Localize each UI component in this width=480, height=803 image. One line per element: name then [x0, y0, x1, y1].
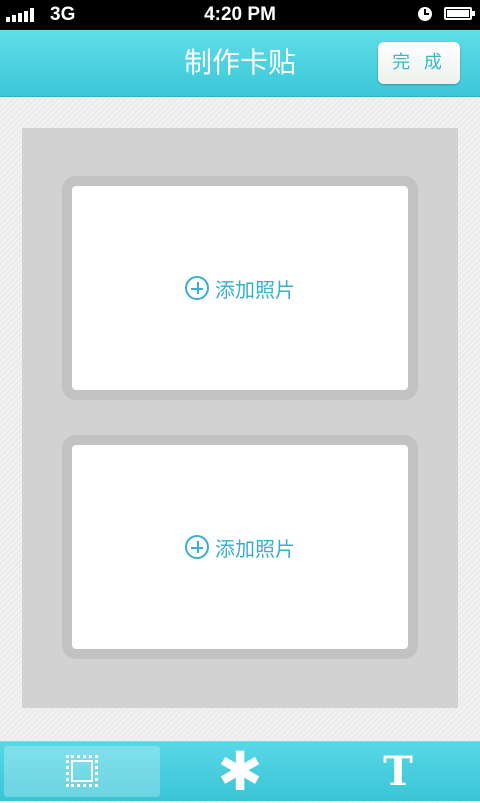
text-icon: T — [383, 748, 413, 795]
plus-circle-icon — [185, 276, 209, 300]
add-photo-slot[interactable]: 添加照片 — [72, 445, 408, 649]
done-button[interactable]: 完 成 — [378, 42, 460, 84]
text-tool-button[interactable]: T — [320, 746, 476, 797]
photo-frame: 添加照片 — [62, 176, 418, 400]
add-photo-slot[interactable]: 添加照片 — [72, 186, 408, 390]
status-bar: 3G 4:20 PM — [0, 0, 480, 30]
sticker-tool-button[interactable]: ✱ — [162, 740, 318, 803]
frame-tool-button[interactable] — [4, 746, 160, 797]
card-canvas: 添加照片 添加照片 — [22, 128, 458, 708]
status-time: 4:20 PM — [204, 4, 276, 25]
asterisk-icon: ✱ — [217, 740, 263, 803]
nav-bar: 制作卡贴 完 成 — [0, 30, 480, 97]
battery-icon — [444, 7, 475, 20]
add-photo-label: 添加照片 — [215, 277, 295, 302]
bottom-toolbar: ✱ T — [0, 741, 480, 801]
photo-frame: 添加照片 — [62, 435, 418, 659]
stamp-frame-icon — [66, 755, 98, 787]
add-photo-label: 添加照片 — [215, 536, 295, 561]
clock-icon — [418, 7, 432, 21]
plus-circle-icon — [185, 535, 209, 559]
